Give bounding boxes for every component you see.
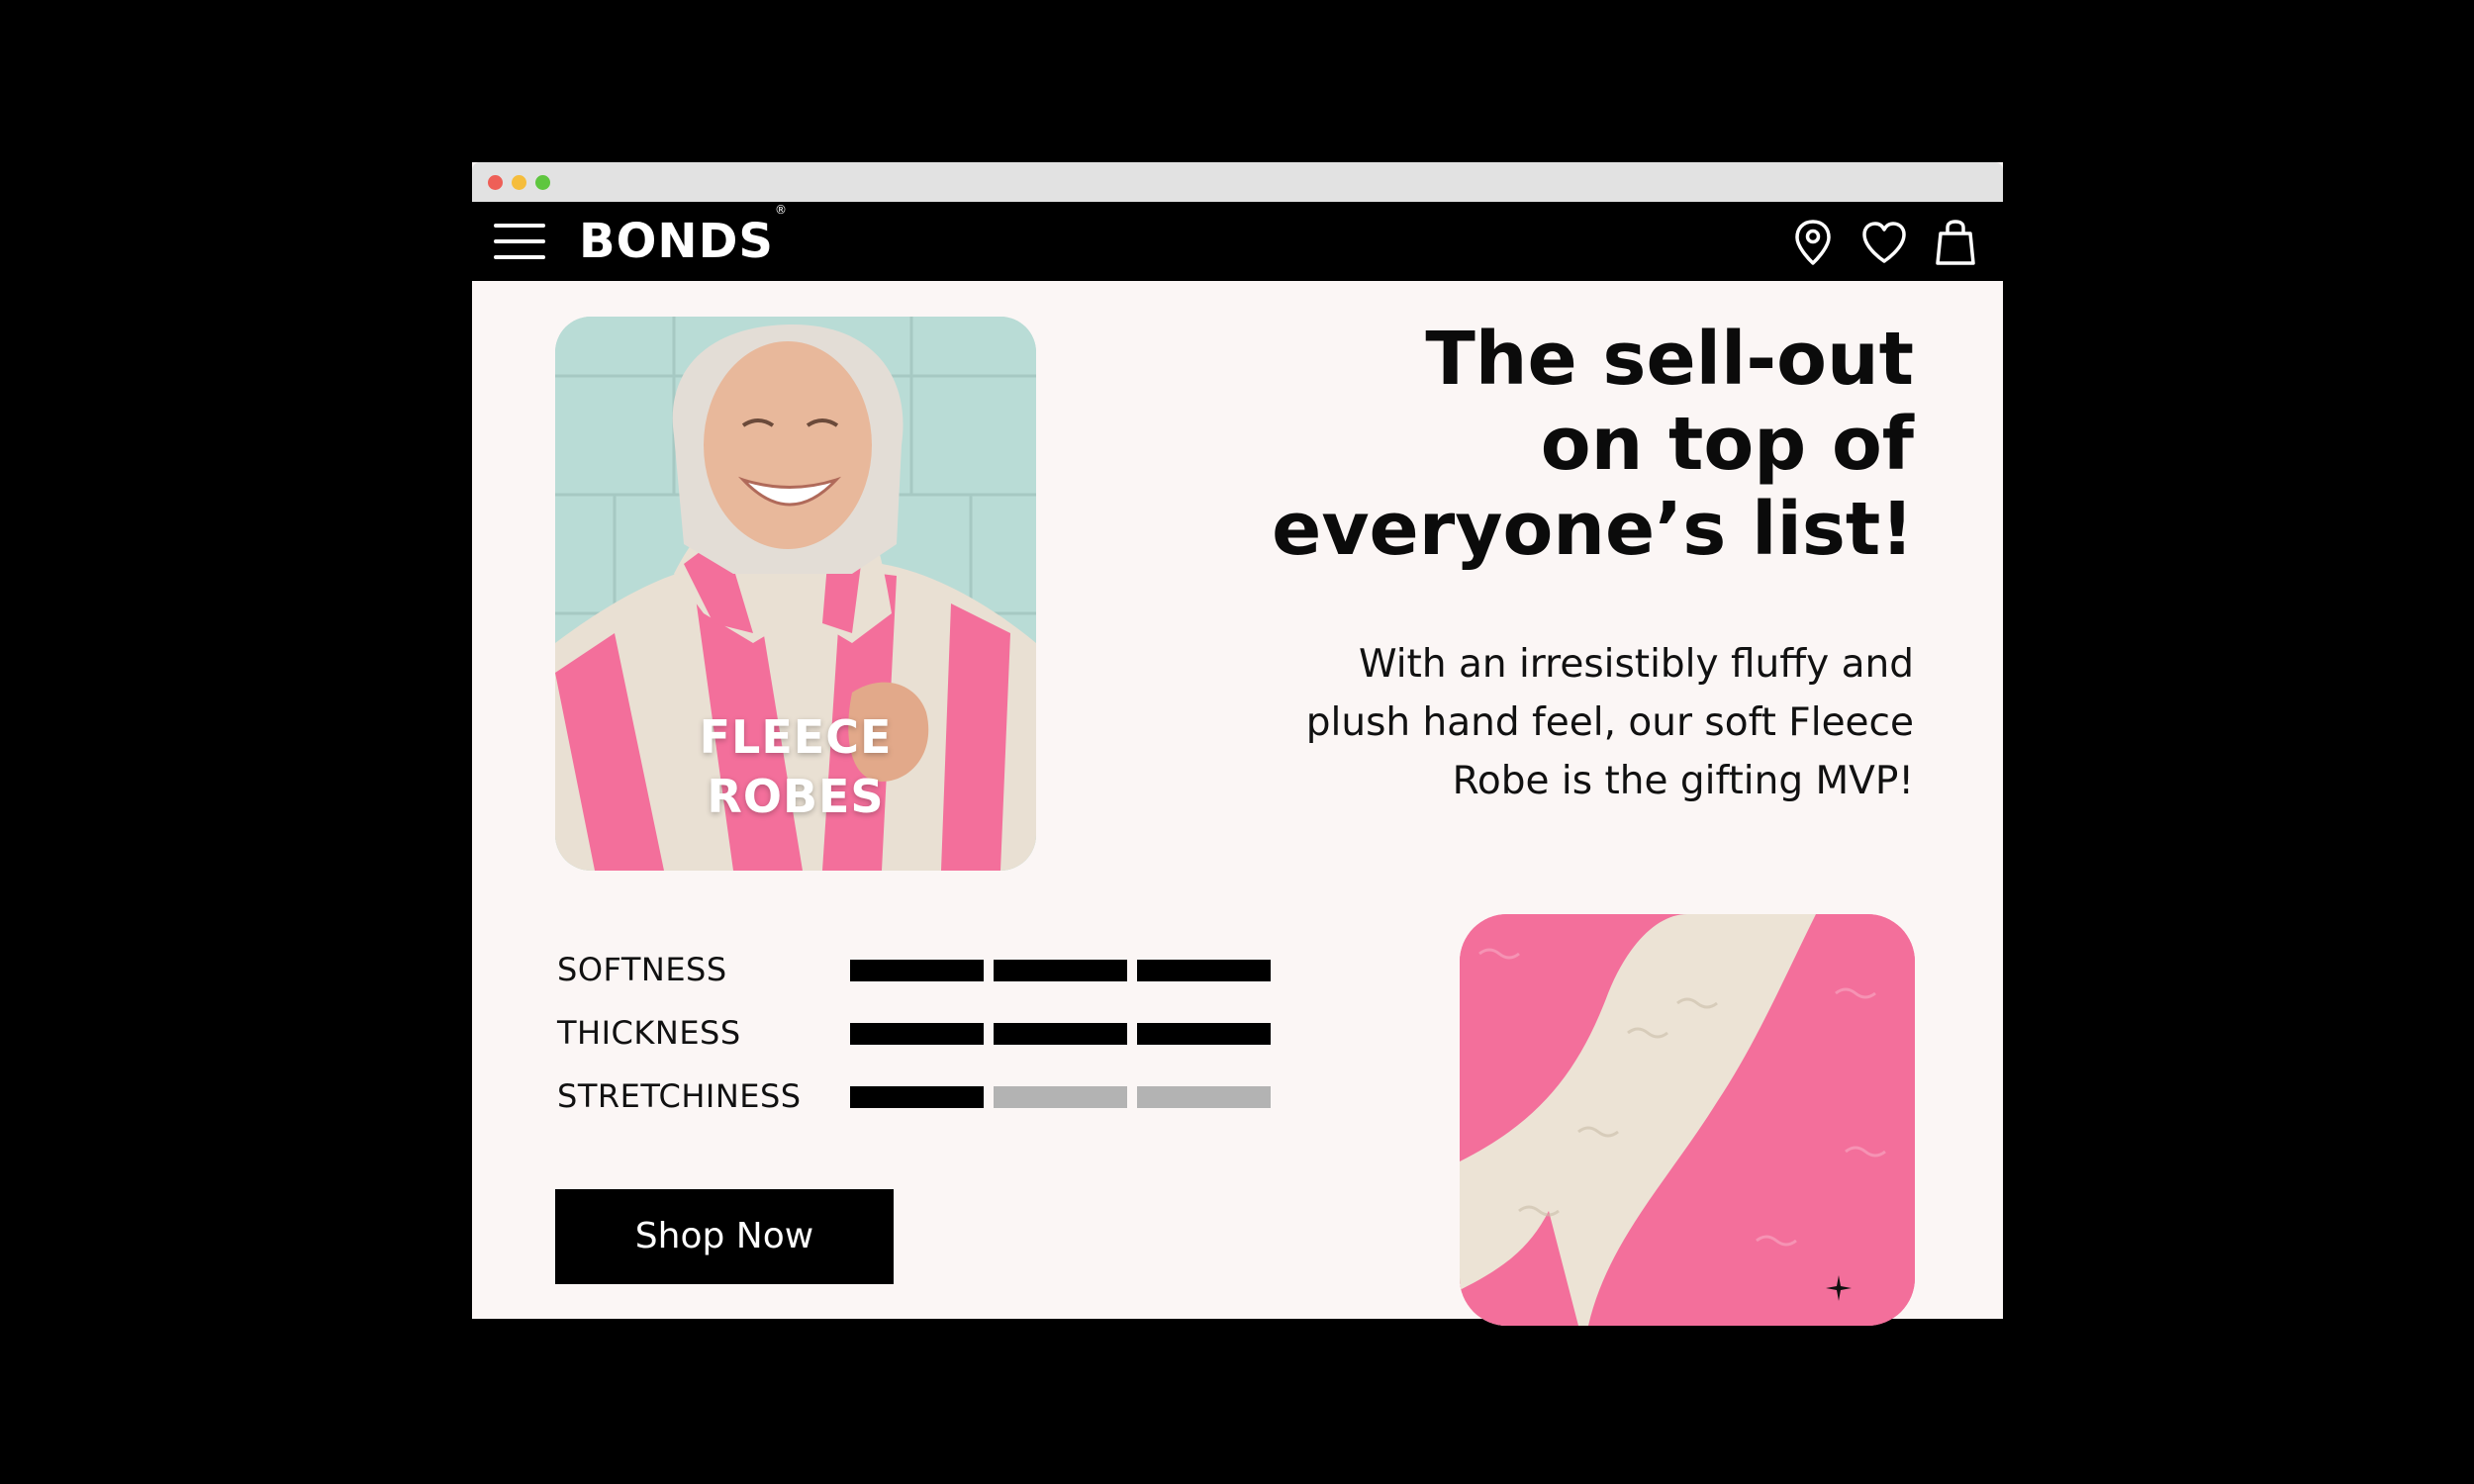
- rating-row-stretchiness: STRETCHINESS: [557, 1068, 1309, 1132]
- headline: The sell-out on top of everyone’s list!: [1201, 317, 1914, 572]
- heart-icon[interactable]: [1859, 218, 1909, 267]
- shop-now-button[interactable]: Shop Now: [555, 1189, 894, 1284]
- brand-logo[interactable]: BONDS ®: [579, 204, 787, 271]
- registered-mark: ®: [774, 203, 788, 217]
- photo-caption-line-1: FLEECE: [699, 710, 893, 764]
- site-header: BONDS ®: [472, 202, 2003, 281]
- browser-window: BONDS ® FLEECE ROBES The sell-out on top…: [472, 162, 2003, 1326]
- location-pin-icon[interactable]: [1788, 218, 1838, 267]
- photo-caption: FLEECE ROBES: [555, 707, 1036, 826]
- promo-section: FLEECE ROBES The sell-out on top of ever…: [472, 281, 2003, 1326]
- rating-meter: [850, 960, 1276, 981]
- shopping-bag-icon[interactable]: [1931, 218, 1980, 267]
- fleece-robe-photo[interactable]: FLEECE ROBES: [555, 317, 1036, 871]
- rating-segment: [1137, 1086, 1271, 1108]
- product-ratings: SOFTNESS THICKNESS STRETCHINESS: [557, 942, 1309, 1132]
- rating-segment: [850, 960, 984, 981]
- fabric-closeup-photo[interactable]: [1460, 914, 1915, 1326]
- rating-row-thickness: THICKNESS: [557, 1005, 1309, 1068]
- description-line-2: plush hand feel, our soft Fleece: [1305, 700, 1914, 745]
- description: With an irresistibly fluffy and plush ha…: [1201, 635, 1914, 810]
- window-titlebar: [472, 162, 2003, 202]
- maximize-window-button[interactable]: [535, 175, 550, 190]
- rating-meter: [850, 1086, 1276, 1108]
- headline-line-3: everyone’s list!: [1272, 487, 1914, 572]
- rating-label: THICKNESS: [557, 1014, 741, 1052]
- rating-segment: [994, 1086, 1127, 1108]
- headline-line-1: The sell-out: [1425, 317, 1914, 402]
- description-line-3: Robe is the gifting MVP!: [1452, 759, 1914, 803]
- rating-segment: [994, 1023, 1127, 1045]
- rating-row-softness: SOFTNESS: [557, 942, 1309, 1005]
- screen: BONDS ® FLEECE ROBES The sell-out on top…: [0, 0, 2474, 1484]
- sparkle-cursor-icon: [1826, 1275, 1852, 1301]
- rating-segment: [850, 1023, 984, 1045]
- rating-segment: [994, 960, 1127, 981]
- rating-meter: [850, 1023, 1276, 1045]
- rating-segment: [1137, 960, 1271, 981]
- rating-label: STRETCHINESS: [557, 1077, 802, 1115]
- minimize-window-button[interactable]: [512, 175, 526, 190]
- rating-segment: [850, 1086, 984, 1108]
- description-line-1: With an irresistibly fluffy and: [1359, 642, 1914, 687]
- photo-caption-line-2: ROBES: [707, 770, 885, 823]
- brand-logo-text: BONDS: [579, 214, 774, 269]
- menu-icon[interactable]: [494, 220, 545, 263]
- rating-segment: [1137, 1023, 1271, 1045]
- close-window-button[interactable]: [488, 175, 503, 190]
- rating-label: SOFTNESS: [557, 951, 727, 988]
- headline-line-2: on top of: [1540, 402, 1914, 487]
